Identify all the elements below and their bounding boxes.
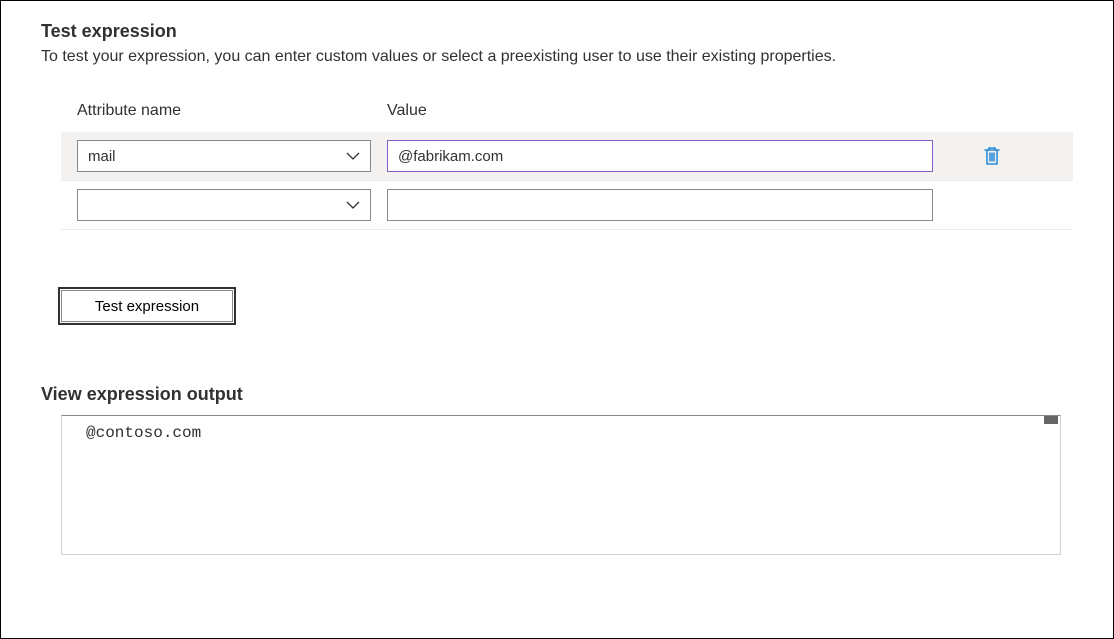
value-input[interactable] [387,189,933,221]
output-title: View expression output [41,384,1073,405]
table-headers: Attribute name Value [41,102,1073,120]
chevron-down-icon [346,149,360,163]
chevron-down-icon [346,198,360,212]
header-attribute-name: Attribute name [77,102,387,120]
section-description: To test your expression, you can enter c… [41,48,1073,66]
value-input[interactable] [387,140,933,172]
section-title: Test expression [41,21,1073,42]
scrollbar-thumb[interactable] [1044,416,1058,424]
attribute-name-dropdown[interactable] [77,189,371,221]
header-value: Value [387,102,1073,120]
delete-icon[interactable] [983,146,1001,166]
expression-output-text: @contoso.com [86,424,1036,442]
test-expression-button[interactable]: Test expression [61,290,233,322]
attribute-rows: mail [41,132,1073,230]
test-expression-panel: Test expression To test your expression,… [0,0,1114,639]
dropdown-selected-value: mail [88,148,346,165]
attribute-name-dropdown[interactable]: mail [77,140,371,172]
attribute-row [61,181,1073,230]
expression-output-box[interactable]: @contoso.com [61,415,1061,555]
attribute-row: mail [61,132,1073,181]
